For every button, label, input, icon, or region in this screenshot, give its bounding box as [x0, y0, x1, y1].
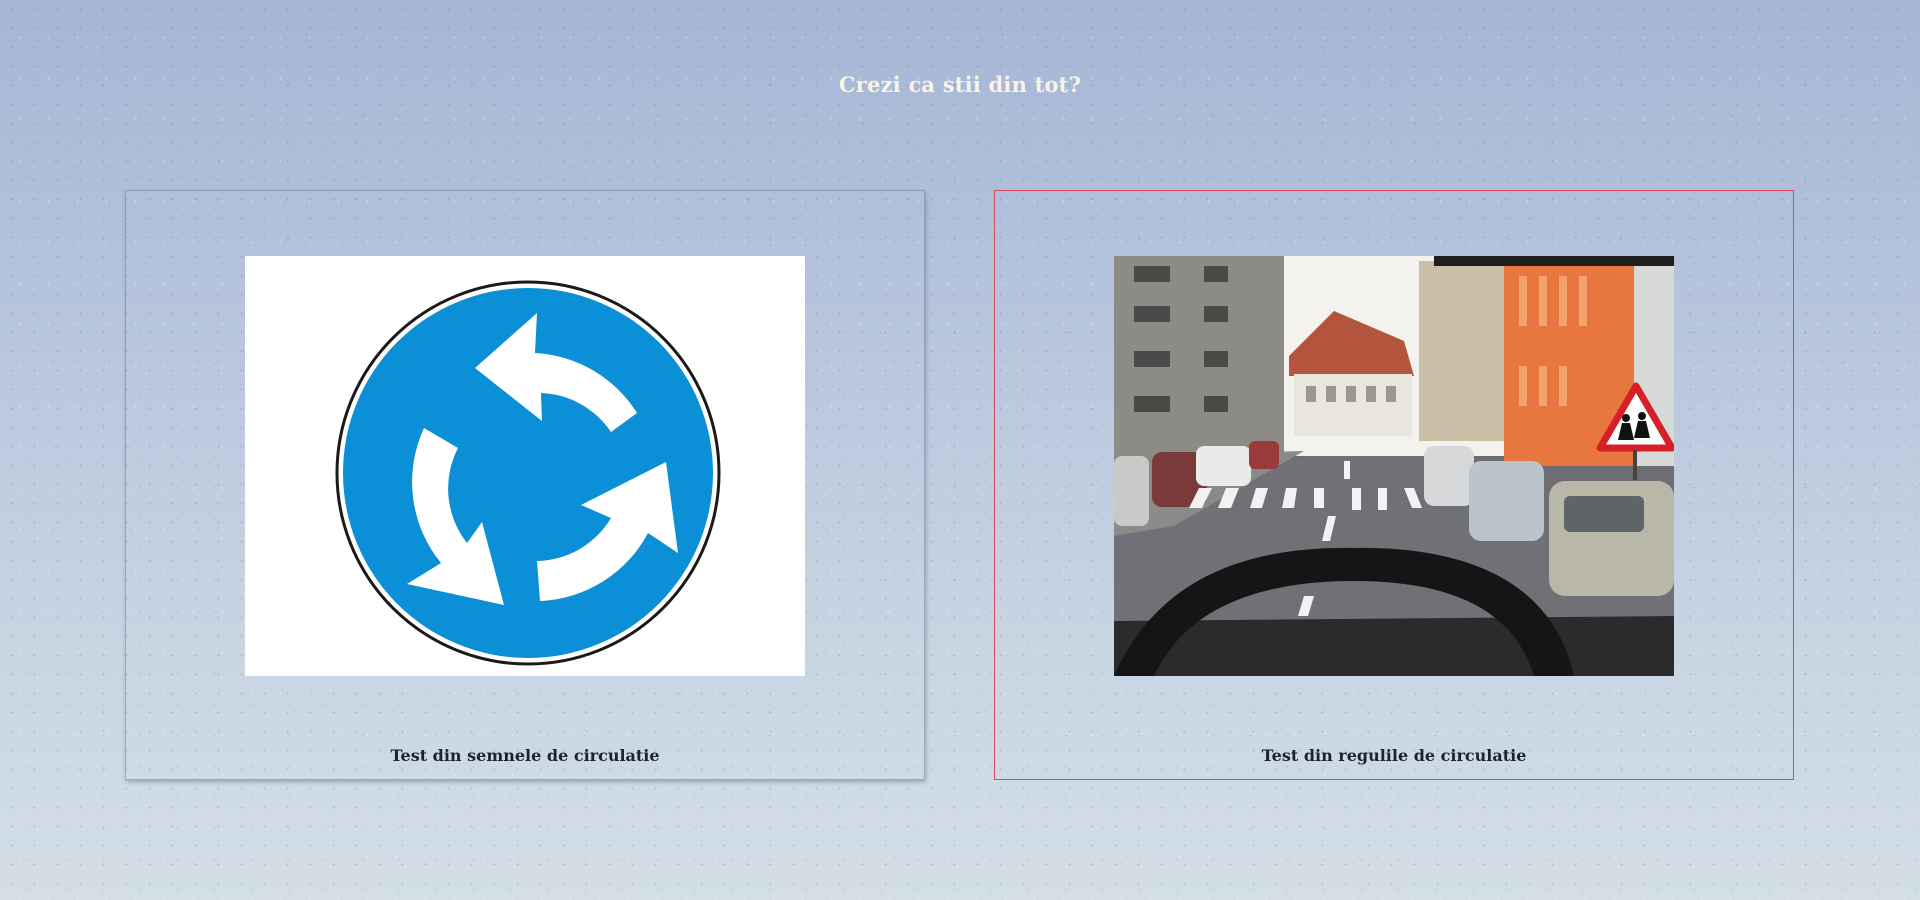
page-title: Crezi ca stii din tot?: [838, 72, 1082, 97]
roundabout-sign-icon: [335, 280, 721, 666]
traffic-rules-test-label: Test din regulile de circulatie: [1261, 746, 1527, 765]
street-view-from-car: [1114, 256, 1674, 676]
traffic-signs-test-card[interactable]: Test din semnele de circulatie: [125, 190, 925, 780]
traffic-rules-test-card[interactable]: Test din regulile de circulatie: [994, 190, 1794, 780]
street-view-image: [1114, 256, 1674, 676]
traffic-signs-test-label: Test din semnele de circulatie: [390, 746, 660, 765]
roundabout-sign-image: [245, 256, 805, 676]
